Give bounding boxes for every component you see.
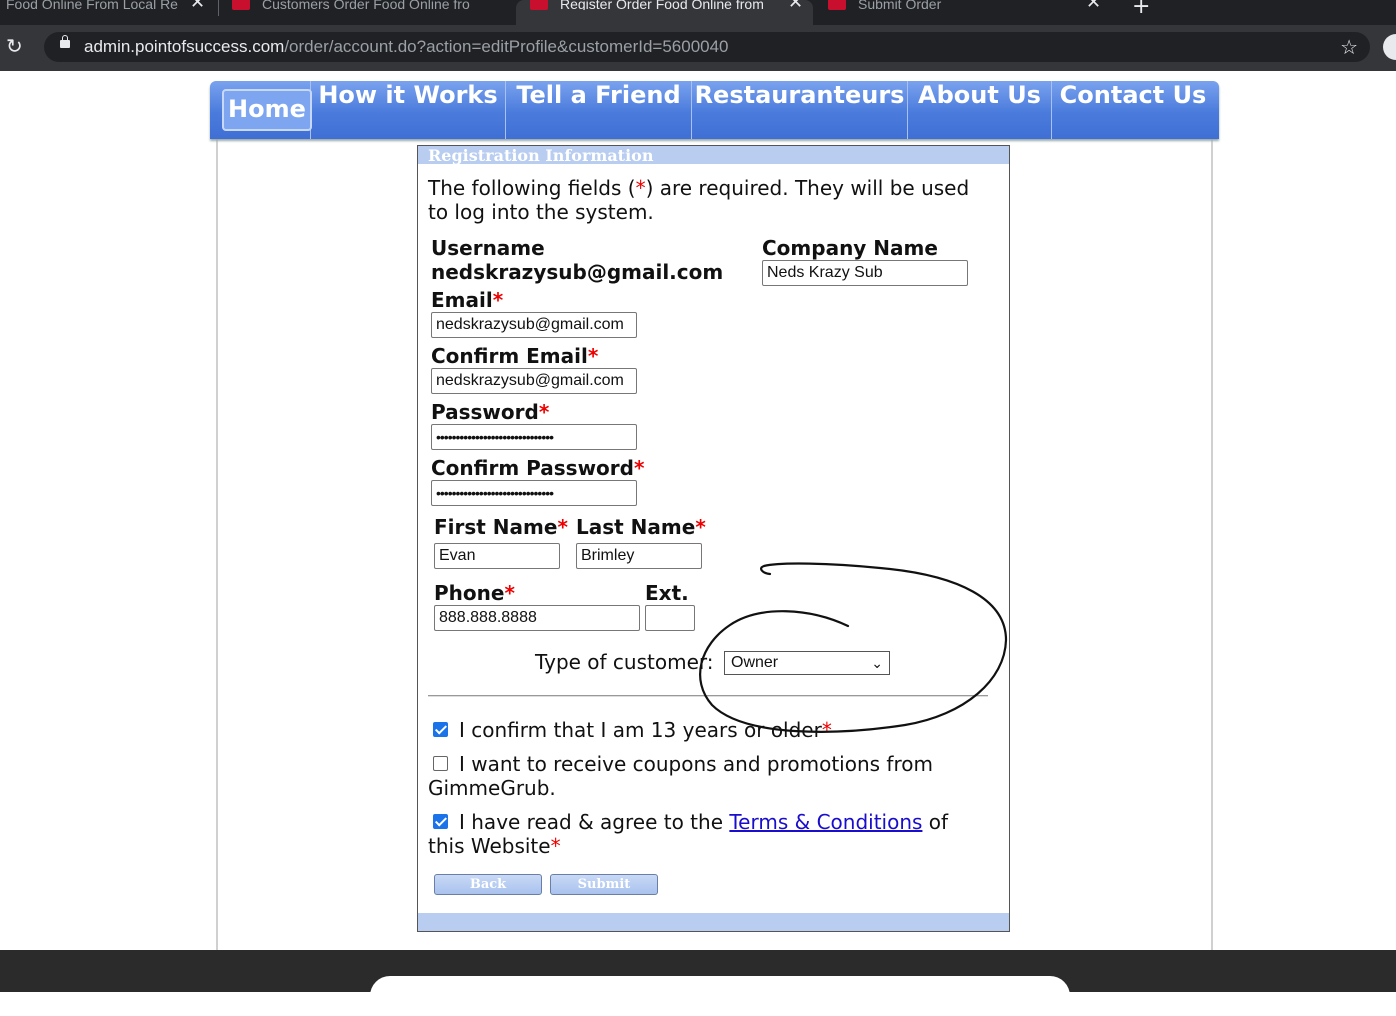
tab-title: Customers Order Food Online fro [262,0,470,10]
submit-button[interactable]: Submit [550,874,658,895]
browser-toolbar: ↻ admin.pointofsuccess.com/order/account… [0,25,1396,71]
nav-tell-a-friend[interactable]: Tell a Friend [506,81,692,139]
username-label: Username [431,236,545,260]
promotions-label-line1: I want to receive coupons and promotions… [459,752,933,776]
nav-about-us[interactable]: About Us [908,81,1052,139]
site-favicon-icon [530,0,548,10]
confirm-email-label: Confirm Email* [431,344,599,368]
last-name-label: Last Name* [576,515,706,539]
age-confirm-checkbox[interactable] [433,722,448,737]
intro-text-line1: The following fields (*) are required. T… [428,176,970,200]
chevron-down-icon: ⌄ [871,655,883,671]
confirm-password-field[interactable]: •••••••••••••••••••••••••••••• [431,480,637,506]
customer-type-label: Type of customer: [535,650,714,674]
url-host: admin.pointofsuccess.com [84,37,285,56]
back-button[interactable]: Back [434,874,542,895]
email-field[interactable]: nedskrazysub@gmail.com [431,312,637,338]
username-value: nedskrazysub@gmail.com [431,260,724,284]
promotions-label-line2: GimmeGrub. [428,776,556,800]
terms-conditions-link[interactable]: Terms & Conditions [729,810,922,834]
tab-title: Submit Order [858,0,942,10]
nav-home[interactable]: Home [222,81,312,139]
first-name-label: First Name* [434,515,568,539]
browser-tab[interactable]: Submit Order ✕ [818,0,1118,25]
promotions-checkbox[interactable] [433,756,448,771]
nav-contact-us[interactable]: Contact Us [1052,81,1214,139]
tab-title: Register Order Food Online from [560,0,764,10]
age-confirm-label: I confirm that I am 13 years or older* [459,718,832,742]
close-tab-icon[interactable]: ✕ [190,0,205,11]
nav-home-label: Home [222,89,312,131]
customer-type-select[interactable]: Owner ⌄ [724,651,890,675]
phone-field[interactable]: 888.888.8888 [434,605,640,631]
ext-label: Ext. [645,581,689,605]
tab-separator [218,0,219,16]
close-tab-icon[interactable]: ✕ [788,0,803,11]
browser-tab[interactable]: Customers Order Food Online fro [222,0,512,25]
terms-checkbox[interactable] [433,814,448,829]
lock-icon[interactable] [60,35,70,48]
terms-label-line2: this Website* [428,834,561,858]
ext-field[interactable] [645,605,695,631]
url-path: /order/account.do?action=editProfile&cus… [284,37,729,56]
phone-label: Phone* [434,581,515,605]
footer-search-pill [370,976,1070,1016]
close-tab-icon[interactable]: ✕ [1086,0,1101,11]
browser-tab[interactable]: Food Online From Local Re ✕ [0,0,215,25]
tab-title: Food Online From Local Re [6,0,178,10]
site-favicon-icon [828,0,846,10]
nav-restauranteurs[interactable]: Restauranteurs [692,81,908,139]
bookmark-star-icon[interactable]: ☆ [1340,35,1358,59]
form-heading: Registration Information [418,146,1009,164]
customer-type-value: Owner [731,654,779,671]
browser-tab-bar: Food Online From Local Re ✕ Customers Or… [0,0,1396,25]
company-name-field[interactable]: Neds Krazy Sub [762,260,968,286]
confirm-email-field[interactable]: nedskrazysub@gmail.com [431,368,637,394]
password-field[interactable]: •••••••••••••••••••••••••••••• [431,424,637,450]
reload-icon[interactable]: ↻ [6,34,23,58]
browser-tab-active[interactable]: Register Order Food Online from ✕ [516,0,813,25]
first-name-field[interactable]: Evan [434,543,560,569]
company-name-label: Company Name [762,236,938,260]
site-favicon-icon [232,0,250,10]
confirm-password-label: Confirm Password* [431,456,645,480]
intro-text-line2: to log into the system. [428,200,654,224]
profile-avatar[interactable] [1383,34,1396,60]
password-label: Password* [431,400,550,424]
new-tab-icon[interactable]: + [1132,0,1150,19]
address-bar[interactable]: admin.pointofsuccess.com/order/account.d… [44,32,1370,62]
url-text[interactable]: admin.pointofsuccess.com/order/account.d… [84,37,729,57]
divider [428,695,988,697]
email-label: Email* [431,288,504,312]
nav-how-it-works[interactable]: How it Works [311,81,506,139]
main-nav: Home How it Works Tell a Friend Restaura… [210,81,1219,139]
terms-label-line1: I have read & agree to the Terms & Condi… [459,810,949,834]
last-name-field[interactable]: Brimley [576,543,702,569]
form-footer-bar [418,913,1009,931]
